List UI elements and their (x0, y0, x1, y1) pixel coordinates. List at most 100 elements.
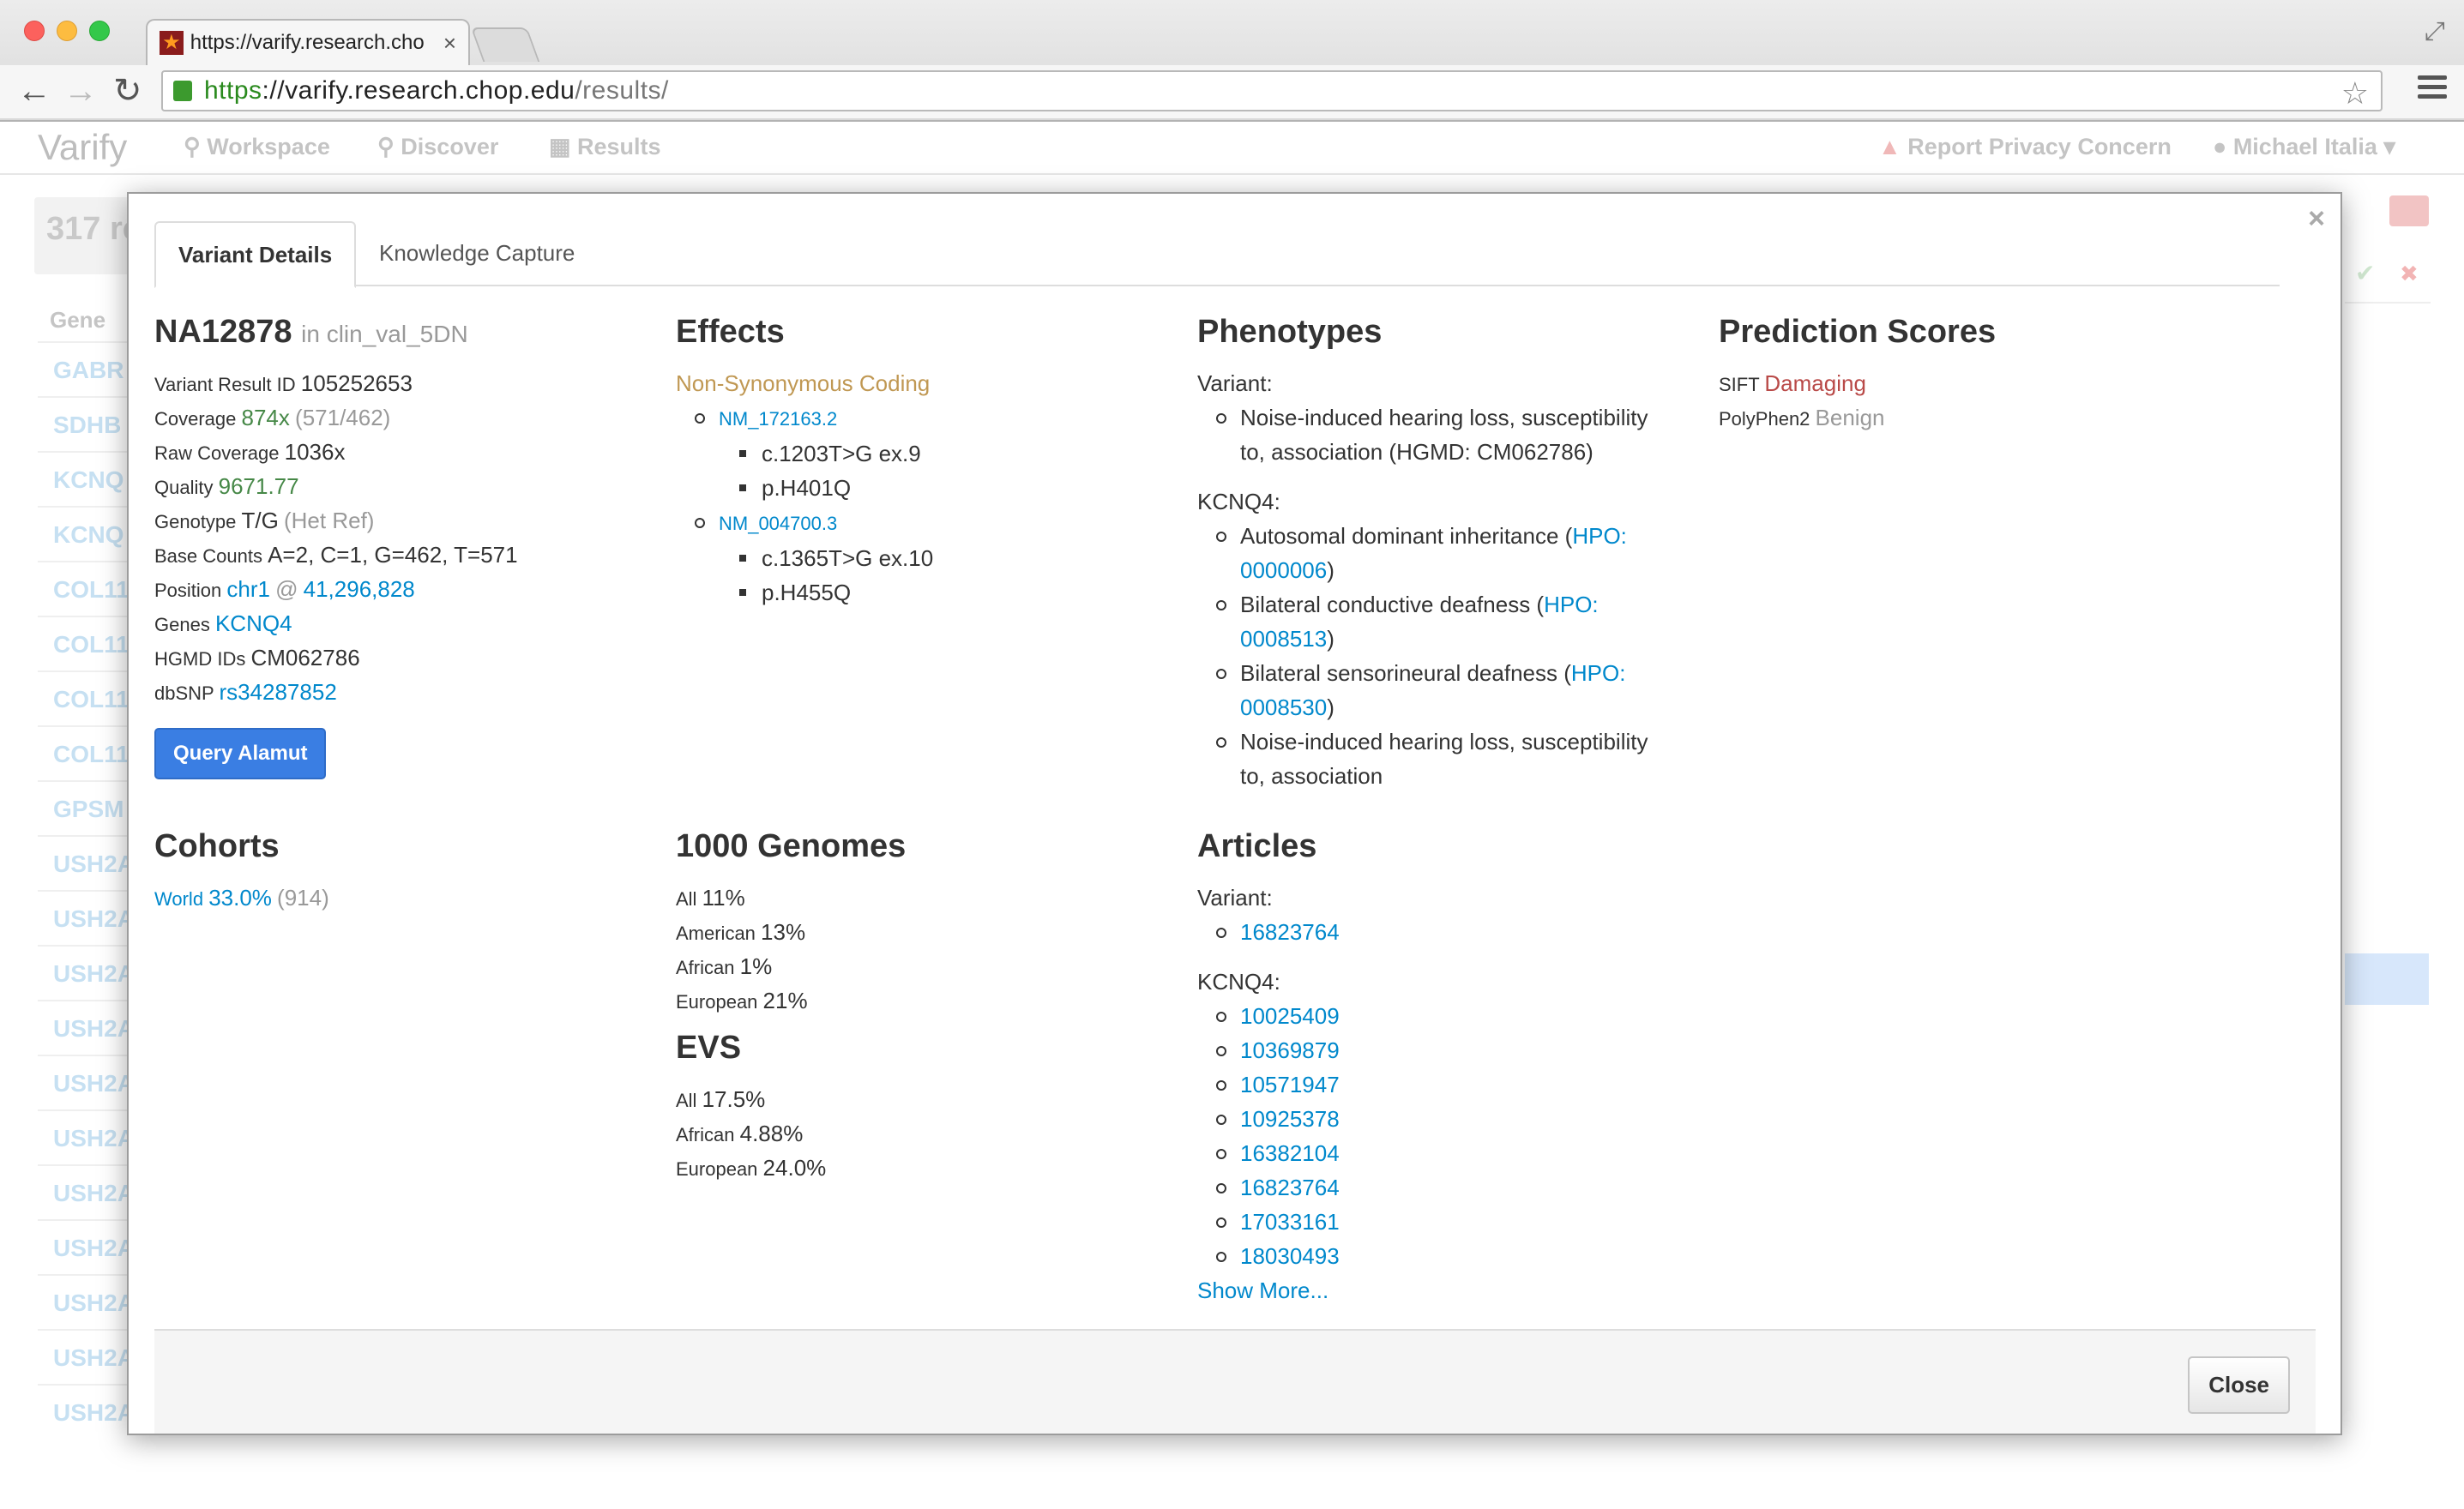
change-item: p.H455Q (719, 575, 1156, 610)
tab-variant-details[interactable]: Variant Details (154, 221, 357, 288)
article-item: 10571947 (1197, 1067, 1678, 1102)
show-more-link[interactable]: Show More... (1197, 1278, 1328, 1303)
check-icon[interactable]: ✔ (2355, 259, 2375, 287)
frequency-row: European 24.0% (676, 1151, 1156, 1185)
detail-label: Raw Coverage (154, 442, 280, 464)
sift-row: SIFT Damaging (1719, 370, 1866, 396)
gene-row[interactable]: USH2A (38, 835, 132, 890)
caret-down-icon: ▾ (2377, 134, 2395, 159)
detail-value: 874x (241, 405, 290, 430)
cohort-count: (914) (277, 885, 329, 911)
gene-row[interactable]: COL11 (38, 616, 132, 670)
pubmed-link[interactable]: 10571947 (1240, 1072, 1340, 1097)
detail-value-2[interactable]: 41,296,828 (304, 576, 415, 602)
window-minimize-button[interactable] (57, 21, 77, 41)
remove-icon[interactable]: ✖ (2400, 261, 2419, 287)
gene-row[interactable]: USH2A (38, 1219, 132, 1274)
prediction-title: Prediction Scores (1719, 314, 1997, 350)
query-alamut-button[interactable]: Query Alamut (154, 728, 327, 779)
pubmed-link[interactable]: 16823764 (1240, 919, 1340, 945)
gene-row[interactable]: USH2A (38, 1329, 132, 1384)
gene-row[interactable]: USH2A (38, 1055, 132, 1109)
pubmed-link[interactable]: 10925378 (1240, 1106, 1340, 1132)
fullscreen-icon[interactable]: ⤢ (2425, 17, 2445, 46)
gene-row[interactable]: COL11 (38, 725, 132, 780)
detail-value[interactable]: chr1 (226, 576, 270, 602)
forward-icon[interactable]: → (63, 72, 98, 110)
pubmed-link[interactable]: 16823764 (1240, 1175, 1340, 1200)
browser-menu-icon[interactable] (2418, 75, 2447, 104)
phenotype-item: Noise-induced hearing loss, susceptibili… (1197, 400, 1678, 469)
address-bar[interactable]: https://varify.research.chop.edu/results… (161, 70, 2383, 111)
phenotypes-gene-list: Autosomal dominant inheritance (HPO: 000… (1197, 519, 1678, 793)
back-icon[interactable]: ← (17, 72, 51, 110)
cohort-row: World 33.0% (914) (154, 881, 635, 915)
polyphen-value: Benign (1815, 405, 1885, 430)
bookmark-star-icon[interactable]: ☆ (2341, 75, 2369, 111)
pubmed-link[interactable]: 10369879 (1240, 1037, 1340, 1063)
gene-row[interactable]: USH2A (38, 945, 132, 1000)
pubmed-link[interactable]: 18030493 (1240, 1243, 1340, 1269)
change-item: c.1203T>G ex.9 (719, 436, 1156, 471)
gene-column-header[interactable]: Gene (50, 307, 105, 334)
pubmed-link[interactable]: 17033161 (1240, 1209, 1340, 1235)
close-button[interactable]: Close (2188, 1356, 2290, 1414)
evs-title: EVS (676, 1030, 742, 1066)
transcript-link[interactable]: NM_172163.2 (719, 408, 837, 430)
sample-name: NA12878 (154, 314, 292, 350)
frequency-label: All (676, 1090, 697, 1111)
nav-discover[interactable]: ⚲ Discover (377, 134, 498, 160)
reload-icon[interactable]: ↻ (113, 72, 142, 110)
nav-user-menu[interactable]: ● Michael Italia ▾ (2213, 134, 2395, 160)
gene-row[interactable]: USH2A (38, 1000, 132, 1055)
articles-scroll[interactable]: Variant: 16823764 KCNQ4: 10025409 1036987… (1197, 881, 1678, 1275)
gene-row[interactable]: GABR (38, 341, 132, 396)
new-tab-button[interactable] (470, 27, 540, 62)
gene-row[interactable]: USH2A (38, 1384, 132, 1439)
frequency-label: All (676, 888, 697, 910)
frequency-label: African (676, 1124, 735, 1145)
cohort-world-link[interactable]: World 33.0% (154, 885, 272, 911)
tab-close-icon[interactable]: × (443, 30, 456, 57)
search-icon: ⚲ (184, 134, 208, 159)
modal-close-icon[interactable]: × (2308, 202, 2325, 236)
gene-row[interactable]: KCNQ (38, 506, 132, 561)
frequency-label: European (676, 1158, 758, 1180)
phenotype-item: Autosomal dominant inheritance (HPO: 000… (1197, 519, 1678, 587)
gene-row[interactable]: KCNQ (38, 451, 132, 506)
tab-knowledge-capture[interactable]: Knowledge Capture (357, 221, 597, 288)
detail-value[interactable]: KCNQ4 (215, 610, 292, 636)
pubmed-link[interactable]: 16382104 (1240, 1140, 1340, 1166)
browser-chrome: ★ https://varify.research.cho × ⤢ ← → ↻ … (0, 0, 2464, 122)
nav-workspace[interactable]: ⚲ Workspace (184, 134, 330, 160)
frequency-row: African 1% (676, 949, 1156, 983)
frequency-row: African 4.88% (676, 1116, 1156, 1151)
window-zoom-button[interactable] (89, 21, 110, 41)
remove-button[interactable] (2389, 195, 2429, 226)
article-item: 18941426 (1197, 1273, 1678, 1275)
phenotype-text: Bilateral sensorineural deafness ( (1240, 660, 1571, 686)
nav-report-privacy[interactable]: ▲ Report Privacy Concern (1878, 134, 2172, 160)
gene-row[interactable]: USH2A (38, 1109, 132, 1164)
detail-row: Position chr1 @ 41,296,828 (154, 572, 635, 606)
window-close-button[interactable] (24, 21, 45, 41)
nav-results[interactable]: ▦ Results (549, 134, 661, 160)
gene-row[interactable]: GPSM (38, 780, 132, 835)
frequency-value: 21% (762, 988, 808, 1013)
gene-row[interactable]: COL11 (38, 670, 132, 725)
browser-tab[interactable]: ★ https://varify.research.cho × (146, 19, 470, 65)
gene-row[interactable]: SDHB (38, 396, 132, 451)
gene-row[interactable]: USH2A (38, 890, 132, 945)
detail-row: Coverage 874x (571/462) (154, 400, 635, 435)
article-item: 17033161 (1197, 1205, 1678, 1239)
gene-row[interactable]: USH2A (38, 1274, 132, 1329)
phenotypes-gene-label: KCNQ4: (1197, 489, 1280, 514)
articles-variant-list: 16823764 (1197, 915, 1678, 949)
gene-row[interactable]: COL11 (38, 561, 132, 616)
gene-row[interactable]: USH2A (38, 1164, 132, 1219)
app-navbar: Varify ⚲ Workspace ⚲ Discover ▦ Results … (0, 122, 2464, 175)
app-brand[interactable]: Varify (38, 127, 127, 168)
detail-value[interactable]: rs34287852 (219, 679, 336, 705)
transcript-link[interactable]: NM_004700.3 (719, 513, 837, 534)
pubmed-link[interactable]: 10025409 (1240, 1003, 1340, 1029)
